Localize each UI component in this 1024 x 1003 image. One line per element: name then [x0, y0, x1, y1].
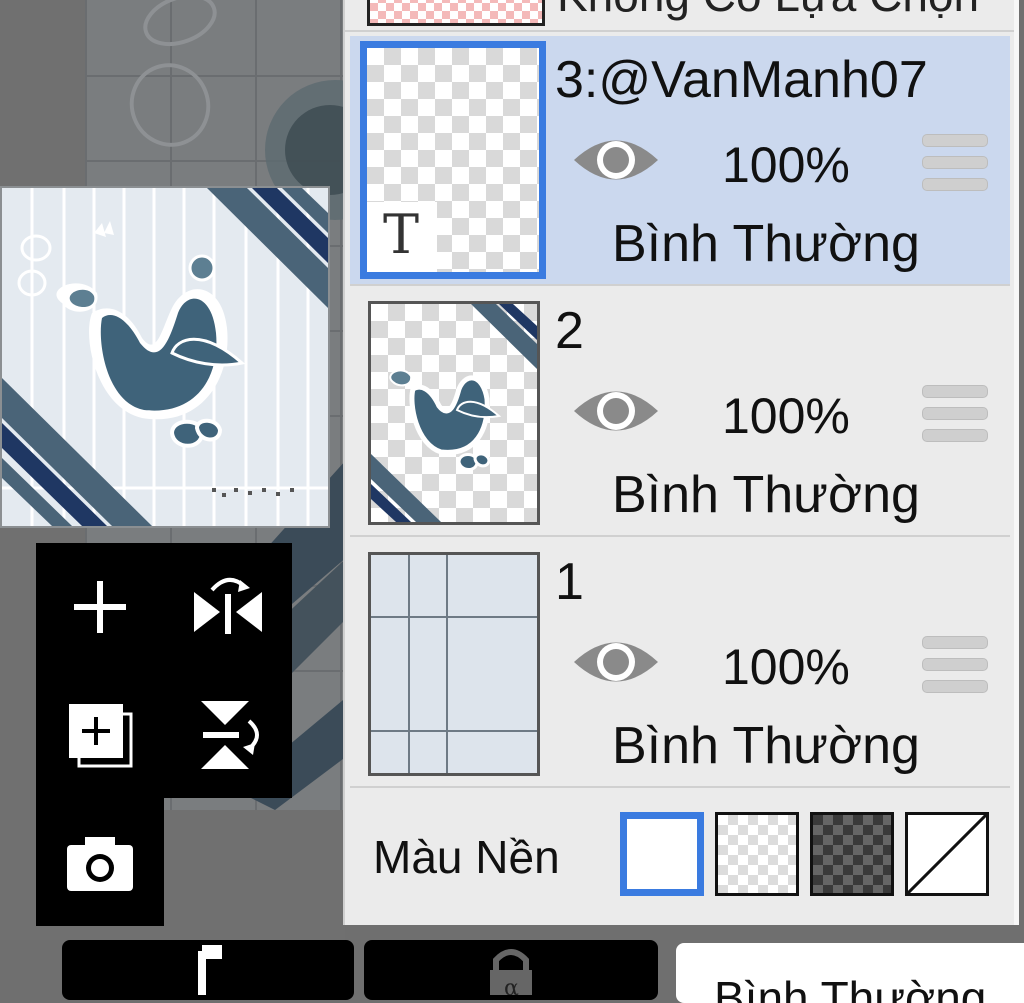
- bg-swatch-dark-checker[interactable]: [810, 812, 894, 896]
- layer-opacity[interactable]: 100%: [722, 638, 850, 696]
- svg-text:α: α: [504, 976, 519, 995]
- alpha-lock-icon: α: [490, 949, 532, 1001]
- background-color-row: Màu Nền: [345, 790, 1014, 920]
- bg-swatch-none[interactable]: [905, 812, 989, 896]
- duplicate-layer-button[interactable]: [50, 685, 150, 785]
- flip-horizontal-button[interactable]: [178, 557, 278, 657]
- preview-artwork: [2, 188, 328, 526]
- duplicate-layer-icon: [69, 704, 133, 768]
- layer-blend-mode[interactable]: Bình Thường: [612, 716, 920, 776]
- add-layer-button[interactable]: [50, 557, 150, 657]
- layer-name: 3:@VanManh07: [555, 51, 928, 109]
- camera-icon: [67, 837, 133, 891]
- add-layer-icon: [74, 581, 126, 633]
- no-selection-thumbnail: [367, 0, 545, 26]
- layer-thumbnail-2: [368, 301, 540, 525]
- layer-1-grid: [371, 555, 537, 773]
- layer-row-1[interactable]: 1 100% Bình Thường: [350, 538, 1010, 788]
- flip-horizontal-icon: [194, 578, 262, 634]
- text-layer-glyph: T: [383, 203, 420, 266]
- drag-handle-icon[interactable]: [922, 134, 988, 191]
- blend-mode-select[interactable]: Bình Thường: [676, 943, 1024, 1003]
- visibility-eye-icon[interactable]: [572, 131, 660, 189]
- layer-name: 1: [555, 553, 584, 611]
- blend-mode-select-label: Bình Thường: [714, 972, 987, 1003]
- bg-swatch-white[interactable]: [620, 812, 704, 896]
- slash-icon: [908, 815, 986, 893]
- no-selection-row[interactable]: Không Có Lựa Chọn: [345, 0, 1014, 32]
- layer-row-3[interactable]: T 3:@VanManh07 100% Bình Thường: [350, 36, 1010, 286]
- bg-swatch-light-checker[interactable]: [715, 812, 799, 896]
- alpha-lock-button[interactable]: α: [364, 940, 658, 1001]
- layer-blend-mode[interactable]: Bình Thường: [612, 465, 920, 525]
- layer-blend-mode[interactable]: Bình Thường: [612, 214, 920, 274]
- layer-thumbnail-3: T: [360, 41, 546, 279]
- background-color-label: Màu Nền: [373, 831, 560, 883]
- layer-thumbnail-1: [368, 552, 540, 776]
- layer-name: 2: [555, 302, 584, 360]
- layer-opacity[interactable]: 100%: [722, 136, 850, 194]
- layer-row-2[interactable]: 2 100% Bình Thường: [350, 287, 1010, 537]
- layer-opacity[interactable]: 100%: [722, 387, 850, 445]
- visibility-eye-icon[interactable]: [572, 633, 660, 691]
- drag-handle-icon[interactable]: [922, 636, 988, 693]
- undo-button[interactable]: [62, 940, 354, 1000]
- canvas-preview[interactable]: [0, 186, 330, 528]
- layer-2-artwork: [371, 304, 537, 522]
- flip-vertical-button[interactable]: [178, 685, 278, 785]
- flip-vertical-icon: [201, 701, 259, 769]
- layer-panel: Không Có Lựa Chọn T 3:@VanManh07 100% Bì…: [343, 0, 1019, 925]
- undo-arrow-icon: [198, 945, 222, 995]
- drag-handle-icon[interactable]: [922, 385, 988, 442]
- camera-button[interactable]: [50, 813, 150, 913]
- no-selection-label: Không Có Lựa Chọn: [557, 0, 979, 22]
- visibility-eye-icon[interactable]: [572, 382, 660, 440]
